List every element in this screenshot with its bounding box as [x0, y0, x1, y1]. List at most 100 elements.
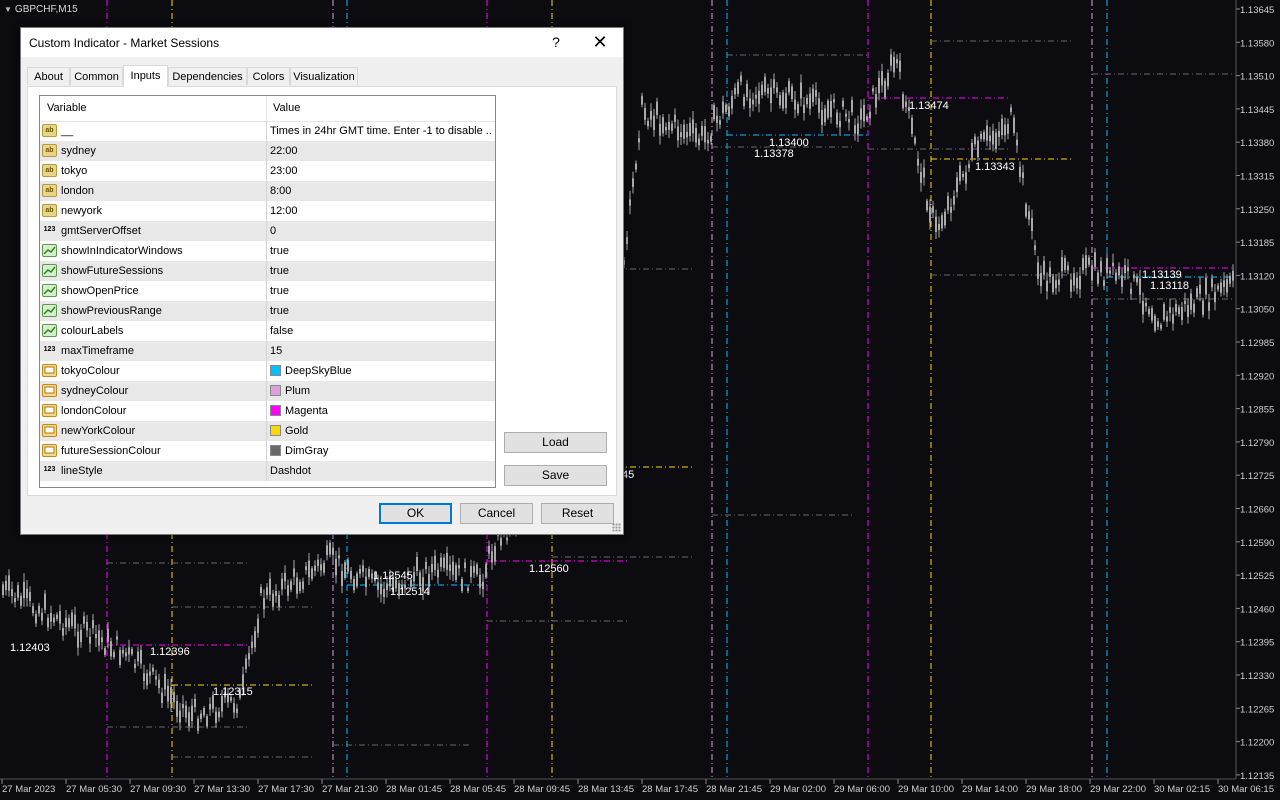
input-row-newyork[interactable]: ab newyork 12:00	[40, 201, 495, 221]
candle-body	[248, 653, 250, 660]
input-row-showOpenPrice[interactable]: showOpenPrice true	[40, 281, 495, 301]
variable-value[interactable]: DeepSkyBlue	[270, 365, 492, 377]
candle-body	[1040, 272, 1042, 287]
price-scale-label: 1.12525	[1240, 571, 1274, 582]
candle-body	[383, 588, 385, 597]
candle-body	[662, 117, 664, 134]
variable-value[interactable]: 0	[270, 225, 492, 237]
variable-value[interactable]: 8:00	[270, 185, 492, 197]
input-row-lineStyle[interactable]: 123 lineStyle Dashdot	[40, 461, 495, 481]
color-type-icon	[42, 444, 57, 457]
candle-body	[44, 593, 46, 610]
input-row-showInIndicatorWindows[interactable]: showInIndicatorWindows true	[40, 241, 495, 261]
candle-body	[215, 711, 217, 723]
save-button[interactable]: Save	[504, 465, 607, 486]
candle-body	[935, 216, 937, 232]
candle-body	[185, 705, 187, 718]
candle-body	[272, 593, 274, 607]
candle-body	[95, 633, 97, 639]
variable-value[interactable]: Magenta	[270, 405, 492, 417]
input-row-showPreviousRange[interactable]: showPreviousRange true	[40, 301, 495, 321]
column-divider[interactable]	[266, 96, 267, 121]
candle-body	[806, 97, 808, 105]
resize-grip-icon[interactable]	[612, 523, 621, 532]
input-row-sydney[interactable]: ab sydney 22:00	[40, 141, 495, 161]
candle-body	[1196, 288, 1198, 298]
candle-body	[956, 177, 958, 193]
candle-body	[782, 92, 784, 109]
dialog-titlebar[interactable]: Custom Indicator - Market Sessions ? ✕	[21, 28, 623, 57]
candle-body	[725, 104, 727, 112]
variable-name: tokyoColour	[61, 365, 120, 377]
variable-value[interactable]: Times in 24hr GMT time. Enter -1 to disa…	[270, 125, 492, 137]
candle-body	[866, 116, 868, 120]
variable-value[interactable]: true	[270, 245, 492, 257]
column-header-variable[interactable]: Variable	[47, 102, 87, 114]
input-row-showFutureSessions[interactable]: showFutureSessions true	[40, 261, 495, 281]
candle-body	[191, 705, 193, 722]
cancel-button[interactable]: Cancel	[460, 503, 533, 524]
candle-body	[125, 652, 127, 657]
price-scale-label: 1.12920	[1240, 371, 1274, 382]
cell-divider	[266, 281, 267, 301]
tab-about[interactable]: About	[27, 67, 70, 85]
variable-value[interactable]: 22:00	[270, 145, 492, 157]
input-row-colourLabels[interactable]: colourLabels false	[40, 321, 495, 341]
variable-value[interactable]: 12:00	[270, 205, 492, 217]
tab-inputs[interactable]: Inputs	[123, 65, 168, 87]
input-row-tokyoColour[interactable]: tokyoColour DeepSkyBlue	[40, 361, 495, 381]
variable-value[interactable]: Dashdot	[270, 465, 492, 477]
candle-body	[1088, 257, 1090, 265]
reset-button[interactable]: Reset	[541, 503, 614, 524]
input-row-futureSessionColour[interactable]: futureSessionColour DimGray	[40, 441, 495, 461]
candle-body	[1166, 316, 1168, 322]
input-row-comment[interactable]: ab __ Times in 24hr GMT time. Enter -1 to …	[40, 121, 495, 141]
candle-body	[1034, 245, 1036, 250]
help-button[interactable]: ?	[543, 28, 569, 57]
tab-dependencies[interactable]: Dependencies	[168, 67, 247, 85]
variable-value[interactable]: Plum	[270, 385, 492, 397]
candle-body	[1160, 324, 1162, 329]
tab-common[interactable]: Common	[70, 67, 123, 85]
candle-body	[803, 104, 805, 113]
close-button[interactable]: ✕	[585, 28, 615, 57]
variable-value[interactable]: Gold	[270, 425, 492, 437]
candle-body	[980, 133, 982, 139]
variable-name: sydneyColour	[61, 385, 129, 397]
input-row-maxTimeframe[interactable]: 123 maxTimeframe 15	[40, 341, 495, 361]
candle-body	[332, 547, 334, 555]
variable-value[interactable]: true	[270, 285, 492, 297]
input-row-londonColour[interactable]: londonColour Magenta	[40, 401, 495, 421]
tab-visualization[interactable]: Visualization	[290, 67, 358, 85]
candle-body	[209, 703, 211, 710]
candle-body	[2, 584, 4, 596]
candle-body	[944, 211, 946, 226]
candle-body	[860, 108, 862, 120]
variable-value[interactable]: true	[270, 305, 492, 317]
input-row-london[interactable]: ab london 8:00	[40, 181, 495, 201]
variable-value[interactable]: false	[270, 325, 492, 337]
variable-value[interactable]: DimGray	[270, 445, 492, 457]
candle-body	[14, 597, 16, 603]
number-type-icon: 123	[43, 226, 56, 233]
ok-button[interactable]: OK	[379, 503, 452, 524]
cell-divider	[266, 121, 267, 141]
variable-name: showFutureSessions	[61, 265, 164, 277]
variable-value[interactable]: true	[270, 265, 492, 277]
load-button[interactable]: Load	[504, 432, 607, 453]
input-row-gmtServerOffset[interactable]: 123 gmtServerOffset 0	[40, 221, 495, 241]
column-header-value[interactable]: Value	[273, 102, 300, 114]
variable-value[interactable]: 23:00	[270, 165, 492, 177]
candle-body	[23, 581, 25, 599]
candle-body	[680, 132, 682, 138]
input-row-tokyo[interactable]: ab tokyo 23:00	[40, 161, 495, 181]
candle-body	[20, 595, 22, 606]
candle-body	[491, 551, 493, 563]
candle-body	[758, 90, 760, 104]
variable-value[interactable]: 15	[270, 345, 492, 357]
input-row-sydneyColour[interactable]: sydneyColour Plum	[40, 381, 495, 401]
tab-colors[interactable]: Colors	[247, 67, 290, 85]
input-row-newYorkColour[interactable]: newYorkColour Gold	[40, 421, 495, 441]
bool-type-icon	[42, 304, 57, 317]
candle-body	[356, 573, 358, 587]
